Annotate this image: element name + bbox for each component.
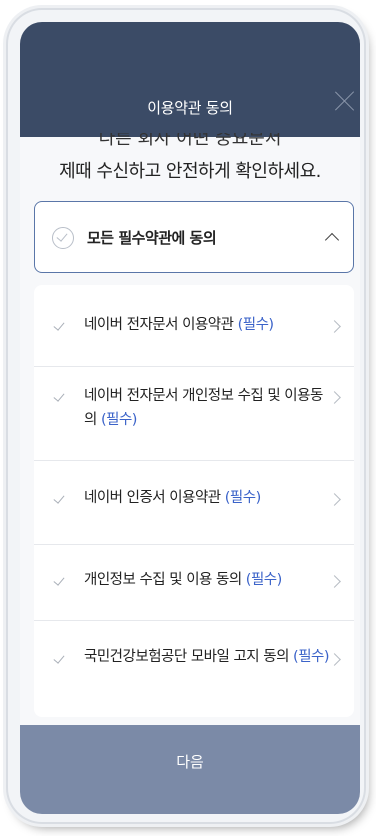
term-label: 네이버 인증서 이용약관 — [84, 490, 221, 506]
term-item[interactable]: 개인정보 수집 및 이용 동의 (필수) — [34, 545, 354, 621]
check-icon[interactable] — [53, 319, 65, 331]
required-tag: (필수) — [237, 317, 275, 333]
term-item[interactable]: 네이버 전자문서 개인정보 수집 및 이용동의 (필수) — [34, 367, 354, 461]
term-text: 네이버 전자문서 개인정보 수집 및 이용동의 (필수) — [84, 384, 332, 432]
check-icon[interactable] — [53, 492, 65, 504]
agree-all-toggle[interactable]: 모든 필수약관에 동의 — [34, 201, 354, 273]
term-label: 개인정보 수집 및 이용 동의 — [84, 572, 242, 588]
intro-line-1: 다른 회사 어떤 중요문서 — [98, 133, 282, 149]
term-item[interactable]: 네이버 전자문서 이용약관 (필수) — [34, 285, 354, 367]
check-icon[interactable] — [53, 574, 65, 586]
required-tag: (필수) — [293, 649, 330, 665]
intro-text: 다른 회사 어떤 중요문서 제때 수신하고 안전하게 확인하세요. — [20, 133, 360, 183]
check-icon[interactable] — [53, 390, 65, 402]
term-label: 네이버 전자문서 이용약관 — [84, 317, 234, 333]
check-icon[interactable] — [53, 652, 65, 664]
check-circle-icon[interactable] — [52, 227, 74, 249]
modal-header: 이용약관 동의 — [20, 22, 360, 137]
terms-list: 네이버 전자문서 이용약관 (필수) 네이버 전자문서 개인정보 수집 및 이용… — [34, 285, 354, 717]
agree-all-label: 모든 필수약관에 동의 — [87, 229, 217, 247]
term-text: 개인정보 수집 및 이용 동의 (필수) — [84, 568, 332, 592]
term-text: 네이버 전자문서 이용약관 (필수) — [84, 313, 332, 337]
intro-line-2: 제때 수신하고 안전하게 확인하세요. — [59, 161, 321, 182]
close-icon[interactable] — [333, 88, 357, 112]
term-item[interactable]: 네이버 인증서 이용약관 (필수) — [34, 461, 354, 545]
next-button-label: 다음 — [176, 753, 204, 771]
term-text: 네이버 인증서 이용약관 (필수) — [84, 486, 332, 510]
required-tag: (필수) — [245, 572, 283, 588]
modal-title: 이용약관 동의 — [147, 99, 233, 117]
chevron-up-icon[interactable] — [324, 232, 340, 248]
next-button[interactable]: 다음 — [20, 725, 360, 814]
required-tag: (필수) — [100, 412, 138, 428]
term-item[interactable]: 국민건강보험공단 모바일 고지 동의 (필수) — [34, 621, 354, 717]
term-text: 국민건강보험공단 모바일 고지 동의 (필수) — [84, 645, 332, 669]
required-tag: (필수) — [224, 490, 262, 506]
term-label: 국민건강보험공단 모바일 고지 동의 — [84, 649, 289, 665]
